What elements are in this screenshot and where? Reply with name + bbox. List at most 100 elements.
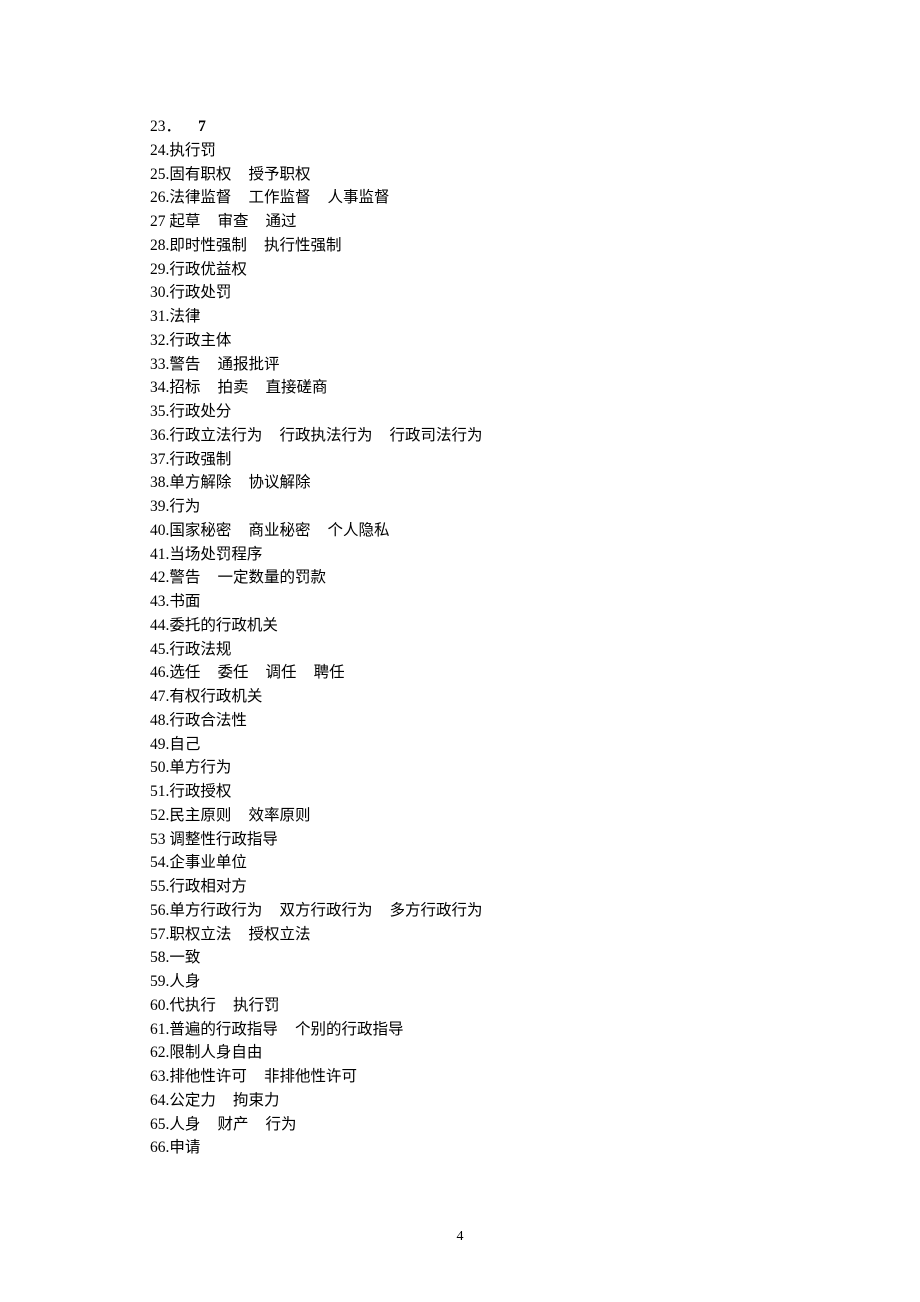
item-number: 50 (150, 759, 166, 776)
item-text: 限制人身自由 (169, 1044, 262, 1061)
item-text: 执行性强制 (264, 237, 342, 254)
item-text: 代执行 (169, 997, 216, 1014)
item-text: 7 (198, 118, 206, 135)
item-number: 60 (150, 997, 166, 1014)
item-number: 29 (150, 261, 166, 278)
item-text: 选任 (169, 664, 200, 681)
item-number: 23 (150, 118, 166, 135)
item-text: 行政执法行为 (279, 427, 372, 444)
item-number: 54 (150, 854, 166, 871)
item-text: 个别的行政指导 (295, 1021, 404, 1038)
item-text: 行政优益权 (169, 261, 247, 278)
list-item: 34.招标拍卖直接磋商 (150, 376, 770, 399)
item-text: 行政处罚 (169, 284, 231, 301)
document-page: 23．724.执行罚25.固有职权授予职权26.法律监督工作监督人事监督27 起… (0, 0, 920, 1160)
list-item: 54.企事业单位 (150, 851, 770, 874)
item-text: 法律 (169, 308, 200, 325)
list-item: 37.行政强制 (150, 448, 770, 471)
list-item: 53 调整性行政指导 (150, 828, 770, 851)
item-text: 行政主体 (169, 332, 231, 349)
item-number: 56 (150, 902, 166, 919)
list-item: 33.警告通报批评 (150, 353, 770, 376)
item-number: 38 (150, 474, 166, 491)
list-item: 55.行政相对方 (150, 875, 770, 898)
item-number: 25 (150, 166, 166, 183)
item-text: 商业秘密 (248, 522, 310, 539)
item-text: 自己 (169, 736, 200, 753)
item-text: 人身 (169, 1116, 200, 1133)
item-text: 民主原则 (169, 807, 231, 824)
item-text: 一定数量的罚款 (217, 569, 326, 586)
item-text: 职权立法 (169, 926, 231, 943)
item-text: 警告 (169, 569, 200, 586)
list-item: 62.限制人身自由 (150, 1041, 770, 1064)
item-text: 行政强制 (169, 451, 231, 468)
item-number: 57 (150, 926, 166, 943)
item-text: 有权行政机关 (169, 688, 262, 705)
item-number: 33 (150, 356, 166, 373)
item-number: 63 (150, 1068, 166, 1085)
list-item: 24.执行罚 (150, 139, 770, 162)
item-number: 27 (150, 213, 166, 230)
item-text: 调任 (266, 664, 297, 681)
item-text: 授予职权 (248, 166, 310, 183)
item-text: 通过 (266, 213, 297, 230)
item-text: 个人隐私 (328, 522, 390, 539)
item-number: 40 (150, 522, 166, 539)
item-text: 聘任 (314, 664, 345, 681)
item-number: 32 (150, 332, 166, 349)
item-text: 企事业单位 (169, 854, 247, 871)
item-number: 61 (150, 1021, 166, 1038)
item-text: 人身 (169, 973, 200, 990)
item-text: 单方解除 (169, 474, 231, 491)
list-item: 29.行政优益权 (150, 258, 770, 281)
list-item: 39.行为 (150, 495, 770, 518)
item-text: 法律监督 (169, 189, 231, 206)
list-item: 51.行政授权 (150, 780, 770, 803)
item-text: 行政相对方 (169, 878, 247, 895)
item-text: 固有职权 (169, 166, 231, 183)
list-item: 60.代执行执行罚 (150, 994, 770, 1017)
item-number: 31 (150, 308, 166, 325)
list-item: 23． 7 (150, 115, 770, 138)
list-item: 48.行政合法性 (150, 709, 770, 732)
item-number: 39 (150, 498, 166, 515)
item-text: 效率原则 (248, 807, 310, 824)
list-item: 52.民主原则效率原则 (150, 804, 770, 827)
item-text: 当场处罚程序 (169, 546, 262, 563)
item-text: 一致 (169, 949, 200, 966)
answer-list: 23．724.执行罚25.固有职权授予职权26.法律监督工作监督人事监督27 起… (150, 115, 770, 1160)
item-text: 委托的行政机关 (169, 617, 278, 634)
list-item: 44.委托的行政机关 (150, 614, 770, 637)
item-text: 招标 (169, 379, 200, 396)
item-text: 警告 (169, 356, 200, 373)
item-text: 工作监督 (248, 189, 310, 206)
item-number: 64 (150, 1092, 166, 1109)
item-text: 执行罚 (233, 997, 280, 1014)
item-text: 拘束力 (233, 1092, 280, 1109)
page-number: 4 (0, 1226, 920, 1247)
list-item: 65.人身财产行为 (150, 1113, 770, 1136)
item-number: 48 (150, 712, 166, 729)
list-item: 36.行政立法行为行政执法行为行政司法行为 (150, 424, 770, 447)
item-text: 公定力 (169, 1092, 216, 1109)
item-text: 国家秘密 (169, 522, 231, 539)
item-separator: ． (166, 118, 182, 135)
list-item: 50.单方行为 (150, 756, 770, 779)
list-item: 38.单方解除协议解除 (150, 471, 770, 494)
item-number: 41 (150, 546, 166, 563)
item-text: 协议解除 (248, 474, 310, 491)
list-item: 66.申请 (150, 1136, 770, 1159)
item-number: 51 (150, 783, 166, 800)
item-number: 58 (150, 949, 166, 966)
item-number: 24 (150, 142, 166, 159)
item-number: 34 (150, 379, 166, 396)
item-text: 多方行政行为 (390, 902, 483, 919)
item-number: 37 (150, 451, 166, 468)
item-text: 直接磋商 (266, 379, 328, 396)
list-item: 45.行政法规 (150, 638, 770, 661)
item-text: 执行罚 (169, 142, 216, 159)
item-text: 行为 (169, 498, 200, 515)
item-text: 行政法规 (169, 641, 231, 658)
list-item: 59.人身 (150, 970, 770, 993)
